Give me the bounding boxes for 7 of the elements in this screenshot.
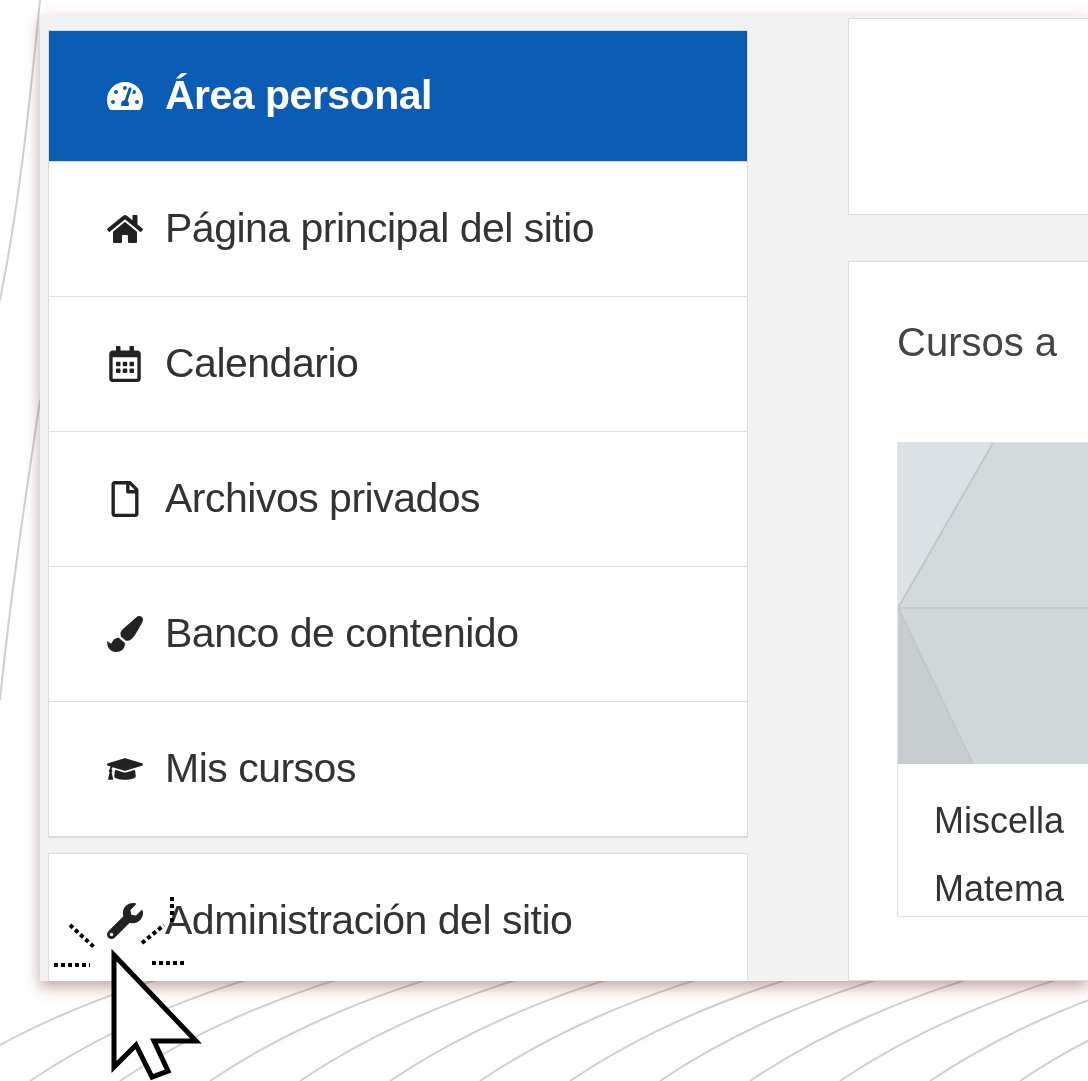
paintbrush-icon (107, 616, 143, 652)
wrench-icon (107, 903, 143, 939)
card-title: Cursos a (897, 319, 1059, 367)
course-name[interactable]: Matema (934, 862, 1088, 917)
nav-item[interactable]: Área personal (49, 31, 747, 162)
calendar-icon (107, 346, 143, 382)
course-category: Miscella (934, 799, 1066, 844)
